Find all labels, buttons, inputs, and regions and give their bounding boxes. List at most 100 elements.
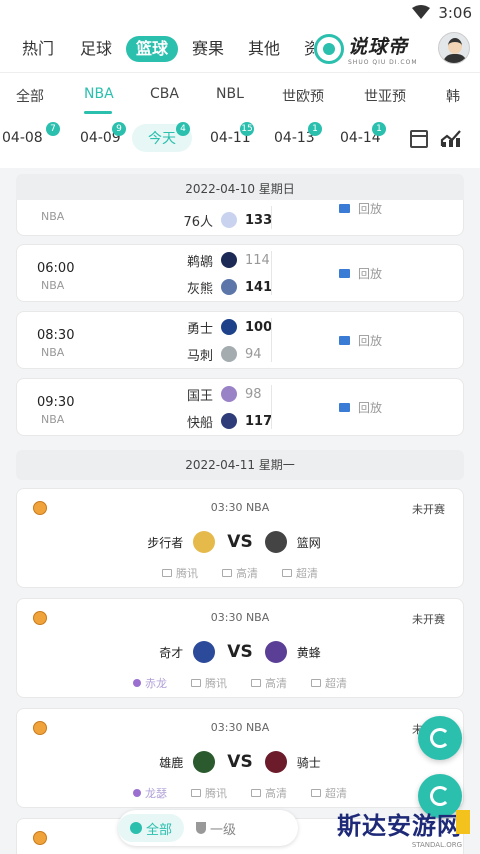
team-row: 鹈鹕 114 bbox=[167, 250, 270, 270]
match-card[interactable]: 03:30 NBA 未开赛 雄鹿 VS 骑士 龙瑟 腾讯 高清 超清 bbox=[16, 708, 464, 808]
stream-link[interactable]: 高清 bbox=[222, 565, 258, 581]
team-row: 快船 117 bbox=[167, 411, 272, 431]
watermark-mark bbox=[456, 810, 470, 834]
anchor-link[interactable]: 赤龙 bbox=[133, 675, 167, 691]
replay-button[interactable]: 回放 bbox=[339, 265, 382, 282]
stream-link[interactable]: 超清 bbox=[311, 785, 347, 801]
chart-icon[interactable] bbox=[440, 128, 462, 148]
team-name: 快船 bbox=[186, 415, 213, 431]
team-name: 灰熊 bbox=[186, 281, 213, 297]
vs-label: VS bbox=[227, 532, 253, 552]
replay-icon bbox=[339, 269, 350, 278]
league-nba[interactable]: NBA bbox=[84, 86, 114, 102]
date-badge: 15 bbox=[240, 122, 254, 136]
brand-logo-icon bbox=[314, 34, 344, 64]
team-logo-icon bbox=[221, 413, 237, 429]
team-logo-icon bbox=[193, 531, 216, 553]
date-section-header: 2022-04-11 星期一 bbox=[16, 450, 464, 480]
team-name: 国王 bbox=[186, 388, 213, 404]
team-logo-icon bbox=[221, 346, 237, 362]
match-league: NBA bbox=[41, 413, 65, 426]
avatar[interactable] bbox=[438, 32, 470, 64]
replay-label: 回放 bbox=[358, 202, 383, 216]
league-cba[interactable]: CBA bbox=[150, 86, 179, 102]
basketball-icon bbox=[33, 831, 47, 845]
team-name: 76人 bbox=[183, 214, 213, 230]
team-score: 114 bbox=[245, 252, 270, 268]
team-name: 勇士 bbox=[186, 321, 213, 337]
replay-button[interactable]: 回放 bbox=[339, 399, 382, 416]
refresh-icon bbox=[430, 728, 450, 748]
match-info: 03:30 NBA bbox=[210, 501, 270, 514]
tab-basketball[interactable]: 篮球 bbox=[126, 36, 179, 62]
stream-list: 腾讯 高清 超清 bbox=[17, 565, 463, 581]
divider bbox=[271, 251, 272, 295]
home-team-name: 雄鹿 bbox=[159, 755, 184, 770]
bottom-filter: 全部 一级 bbox=[118, 810, 298, 846]
stream-link[interactable]: 高清 bbox=[251, 675, 287, 691]
brand-name: 说球帝 bbox=[348, 36, 409, 58]
team-row: 马刺 94 bbox=[167, 344, 262, 364]
league-nbl[interactable]: NBL bbox=[216, 86, 244, 102]
stream-list: 龙瑟 腾讯 高清 超清 bbox=[17, 785, 463, 801]
loading-icon bbox=[430, 786, 450, 806]
stream-link[interactable]: 高清 bbox=[251, 785, 287, 801]
status-bar: 3:06 bbox=[0, 0, 480, 26]
stream-link[interactable]: 超清 bbox=[282, 565, 318, 581]
calendar-icon[interactable] bbox=[410, 130, 428, 148]
filter-level1[interactable]: 一级 bbox=[184, 814, 248, 842]
home-team-name: 奇才 bbox=[159, 645, 184, 660]
stream-link[interactable]: 腾讯 bbox=[162, 565, 198, 581]
match-card[interactable]: 09:30 NBA 国王 98 快船 117 回放 bbox=[16, 378, 464, 436]
trophy-icon bbox=[196, 822, 207, 834]
match-card[interactable]: 08:30 NBA 勇士 100 马刺 94 回放 bbox=[16, 311, 464, 369]
stream-link[interactable]: 超清 bbox=[311, 675, 347, 691]
team-logo-icon bbox=[221, 252, 237, 268]
filter-level1-label: 一级 bbox=[210, 822, 237, 838]
team-score: 141 bbox=[245, 279, 273, 295]
refresh-button[interactable] bbox=[418, 716, 462, 760]
date-badge: 7 bbox=[46, 122, 60, 136]
match-card[interactable]: NBA 76人 133 回放 bbox=[16, 200, 464, 236]
league-korea[interactable]: 韩 bbox=[446, 86, 460, 106]
league-asia-qual[interactable]: 世亚预 bbox=[364, 86, 406, 106]
replay-button[interactable]: 回放 bbox=[339, 200, 382, 217]
team-logo-icon bbox=[221, 279, 237, 295]
match-card[interactable]: 03:30 NBA 未开赛 奇才 VS 黄蜂 赤龙 腾讯 高清 超清 bbox=[16, 598, 464, 698]
team-logo-icon bbox=[264, 641, 287, 663]
team-logo-icon bbox=[221, 386, 237, 402]
tab-hot[interactable]: 热门 bbox=[22, 36, 54, 62]
away-team-name: 黄蜂 bbox=[296, 645, 321, 660]
match-card[interactable]: 03:30 NBA 未开赛 步行者 VS 篮网 腾讯 高清 超清 bbox=[16, 488, 464, 588]
match-teams: 步行者 VS 篮网 bbox=[17, 529, 463, 555]
league-bar: 全部 NBA CBA NBL 世欧预 世亚预 韩 bbox=[0, 72, 480, 116]
stream-link[interactable]: 腾讯 bbox=[191, 785, 227, 801]
match-league: NBA bbox=[41, 210, 65, 223]
top-nav: 热门 足球 篮球 赛果 其他 资 说球帝 SHUO QIU DI.COM bbox=[0, 26, 480, 72]
replay-button[interactable]: 回放 bbox=[339, 332, 382, 349]
status-time: 3:06 bbox=[438, 4, 472, 22]
tab-results[interactable]: 赛果 bbox=[192, 36, 224, 62]
anchor-link[interactable]: 龙瑟 bbox=[133, 785, 167, 801]
vs-label: VS bbox=[227, 642, 253, 662]
date-badge: 4 bbox=[176, 122, 190, 136]
filter-all-label: 全部 bbox=[146, 822, 173, 838]
filter-all[interactable]: 全部 bbox=[118, 814, 185, 842]
all-icon bbox=[130, 822, 142, 834]
date-item[interactable]: 04-08 bbox=[2, 130, 43, 146]
tab-football[interactable]: 足球 bbox=[80, 36, 112, 62]
match-card[interactable]: 06:00 NBA 鹈鹕 114 灰熊 141 回放 bbox=[16, 244, 464, 302]
match-time: 06:00 bbox=[37, 261, 75, 276]
stream-link[interactable]: 腾讯 bbox=[191, 675, 227, 691]
league-euro-qual[interactable]: 世欧预 bbox=[282, 86, 324, 106]
league-all[interactable]: 全部 bbox=[16, 86, 44, 106]
team-row: 灰熊 141 bbox=[167, 277, 272, 297]
date-badge: 1 bbox=[308, 122, 322, 136]
tab-other[interactable]: 其他 bbox=[248, 36, 280, 62]
team-row: 勇士 100 bbox=[167, 317, 272, 337]
match-time: 08:30 bbox=[37, 328, 75, 343]
match-info: 03:30 NBA bbox=[210, 611, 270, 624]
team-logo-icon bbox=[221, 319, 237, 335]
date-badge: 9 bbox=[112, 122, 126, 136]
team-logo-icon bbox=[193, 641, 216, 663]
